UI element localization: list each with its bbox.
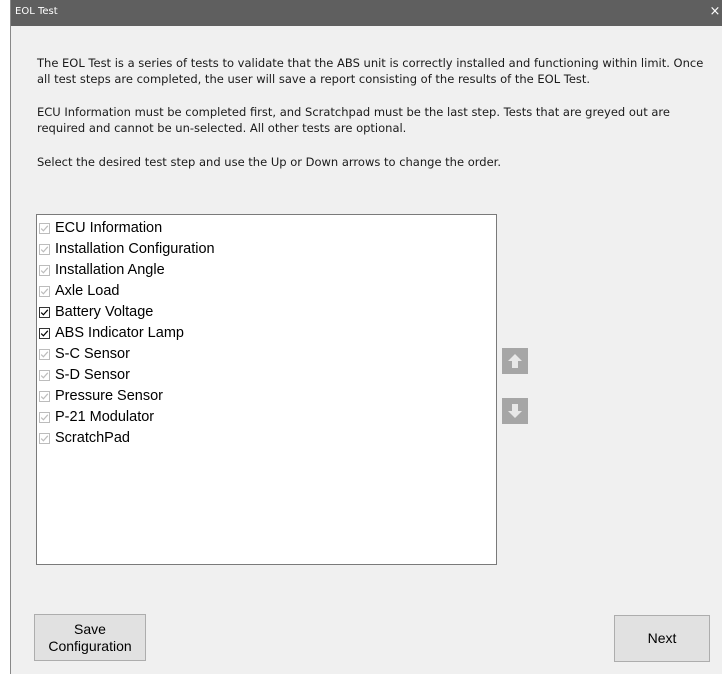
eol-test-dialog: EOL Test × The EOL Test is a series of t… xyxy=(10,0,722,674)
checkmark-icon xyxy=(40,371,49,379)
list-item-ecu-information[interactable]: ECU Information xyxy=(39,218,162,238)
list-item-installation-angle[interactable]: Installation Angle xyxy=(39,260,165,280)
list-item-p-21-modulator[interactable]: P-21 Modulator xyxy=(39,407,154,427)
description-paragraph-1: The EOL Test is a series of tests to val… xyxy=(37,56,704,86)
next-button[interactable]: Next xyxy=(614,615,710,662)
checkbox[interactable] xyxy=(39,243,50,255)
save-button-line-2: Configuration xyxy=(48,637,132,654)
checkmark-icon xyxy=(40,413,49,421)
checkbox[interactable] xyxy=(39,432,50,444)
checkbox[interactable] xyxy=(39,264,50,276)
checkmark-icon xyxy=(40,224,49,232)
list-item-label: S-D Sensor xyxy=(55,367,130,383)
list-item-battery-voltage[interactable]: Battery Voltage xyxy=(39,302,153,322)
list-item-s-d-sensor[interactable]: S-D Sensor xyxy=(39,365,130,385)
list-item-label: ECU Information xyxy=(55,220,163,236)
move-down-button[interactable] xyxy=(502,398,528,424)
list-item-scratchpad[interactable]: ScratchPad xyxy=(39,428,130,448)
list-item-label: Battery Voltage xyxy=(55,304,154,320)
checkmark-icon xyxy=(40,245,49,253)
window-title: EOL Test xyxy=(15,6,58,17)
checkbox[interactable] xyxy=(39,306,50,318)
checkmark-icon xyxy=(40,308,49,316)
test-steps-list[interactable]: ECU Information Installation Configurati… xyxy=(36,214,497,565)
checkmark-icon xyxy=(40,392,49,400)
save-button-line-1: Save xyxy=(74,620,106,637)
list-item-label: S-C Sensor xyxy=(55,346,130,362)
checkbox[interactable] xyxy=(39,285,50,297)
arrow-up-icon xyxy=(508,354,522,368)
description-paragraph-3: Select the desired test step and use the… xyxy=(37,155,501,169)
list-item-label: Installation Configuration xyxy=(55,241,215,257)
list-item-label: P-21 Modulator xyxy=(55,409,155,425)
checkbox[interactable] xyxy=(39,369,50,381)
arrow-down-icon xyxy=(508,404,522,418)
close-button[interactable]: × xyxy=(707,0,722,26)
list-item-label: Pressure Sensor xyxy=(55,388,163,404)
checkmark-icon xyxy=(40,266,49,274)
list-item-label: Axle Load xyxy=(55,283,120,299)
move-up-button[interactable] xyxy=(502,348,528,374)
description-paragraph-2: ECU Information must be completed first,… xyxy=(37,105,670,135)
save-configuration-button[interactable]: Save Configuration xyxy=(34,614,146,661)
checkbox[interactable] xyxy=(39,327,50,339)
list-item-s-c-sensor[interactable]: S-C Sensor xyxy=(39,344,130,364)
checkmark-icon xyxy=(40,329,49,337)
list-item-axle-load[interactable]: Axle Load xyxy=(39,281,120,301)
checkbox[interactable] xyxy=(39,222,50,234)
checkbox[interactable] xyxy=(39,390,50,402)
list-item-label: Installation Angle xyxy=(55,262,165,278)
list-item-abs-indicator-lamp[interactable]: ABS Indicator Lamp xyxy=(39,323,184,343)
list-item-pressure-sensor[interactable]: Pressure Sensor xyxy=(39,386,163,406)
checkbox[interactable] xyxy=(39,411,50,423)
checkbox[interactable] xyxy=(39,348,50,360)
checkmark-icon xyxy=(40,350,49,358)
list-item-label: ScratchPad xyxy=(55,430,130,446)
list-item-installation-configuration[interactable]: Installation Configuration xyxy=(39,239,215,259)
checkmark-icon xyxy=(40,434,49,442)
list-item-label: ABS Indicator Lamp xyxy=(55,325,184,341)
checkmark-icon xyxy=(40,287,49,295)
title-bar: EOL Test × xyxy=(11,0,722,26)
